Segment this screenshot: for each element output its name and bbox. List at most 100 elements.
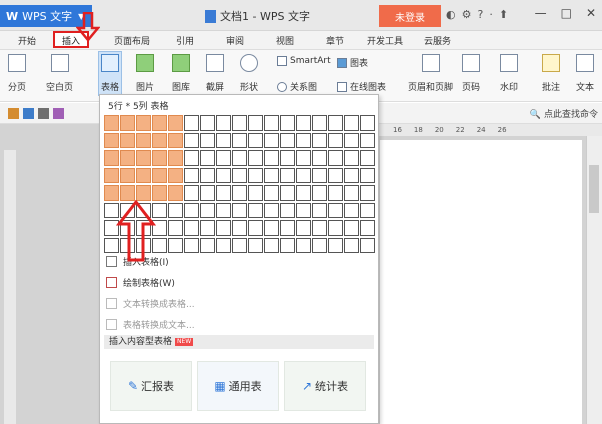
grid-cell[interactable] bbox=[216, 220, 231, 236]
grid-cell[interactable] bbox=[312, 185, 327, 201]
blank-page-button[interactable]: 空白页 bbox=[46, 54, 73, 93]
grid-cell[interactable] bbox=[280, 132, 295, 148]
grid-cell[interactable] bbox=[296, 220, 311, 236]
grid-cell[interactable] bbox=[200, 185, 215, 201]
text-to-table-option[interactable]: 文本转换成表格... bbox=[106, 297, 195, 310]
grid-cell[interactable] bbox=[328, 167, 343, 183]
grid-cell[interactable] bbox=[280, 237, 295, 253]
tab-page-layout[interactable]: 页面布局 bbox=[114, 34, 150, 47]
grid-cell[interactable] bbox=[184, 132, 199, 148]
grid-cell[interactable] bbox=[328, 185, 343, 201]
grid-cell[interactable] bbox=[168, 220, 183, 236]
grid-cell[interactable] bbox=[344, 115, 359, 131]
grid-cell[interactable] bbox=[104, 202, 119, 218]
settings-icon[interactable]: ⚙ bbox=[462, 8, 472, 21]
print-icon[interactable] bbox=[38, 108, 49, 119]
grid-cell[interactable] bbox=[360, 132, 375, 148]
grid-cell[interactable] bbox=[232, 220, 247, 236]
report-table-card[interactable]: ✎ 汇报表 bbox=[110, 361, 192, 411]
grid-cell[interactable] bbox=[184, 185, 199, 201]
grid-cell[interactable] bbox=[232, 115, 247, 131]
grid-cell[interactable] bbox=[232, 167, 247, 183]
tab-developer[interactable]: 开发工具 bbox=[367, 34, 403, 47]
grid-cell[interactable] bbox=[152, 115, 167, 131]
grid-cell[interactable] bbox=[104, 185, 119, 201]
table-size-grid[interactable] bbox=[104, 115, 376, 263]
grid-cell[interactable] bbox=[136, 185, 151, 201]
grid-cell[interactable] bbox=[152, 220, 167, 236]
grid-cell[interactable] bbox=[248, 185, 263, 201]
page-number-button[interactable]: 页码 bbox=[462, 54, 480, 93]
grid-cell[interactable] bbox=[344, 220, 359, 236]
grid-cell[interactable] bbox=[344, 185, 359, 201]
grid-cell[interactable] bbox=[344, 150, 359, 166]
grid-cell[interactable] bbox=[232, 202, 247, 218]
preview-icon[interactable] bbox=[53, 108, 64, 119]
insert-table-option[interactable]: 插入表格(I) bbox=[106, 255, 169, 268]
grid-cell[interactable] bbox=[104, 132, 119, 148]
grid-cell[interactable] bbox=[184, 220, 199, 236]
grid-cell[interactable] bbox=[168, 202, 183, 218]
grid-cell[interactable] bbox=[200, 237, 215, 253]
grid-cell[interactable] bbox=[168, 150, 183, 166]
grid-cell[interactable] bbox=[200, 150, 215, 166]
grid-cell[interactable] bbox=[152, 237, 167, 253]
grid-cell[interactable] bbox=[360, 185, 375, 201]
upload-icon[interactable]: ⬆ bbox=[499, 8, 508, 21]
grid-cell[interactable] bbox=[296, 167, 311, 183]
grid-cell[interactable] bbox=[200, 167, 215, 183]
grid-cell[interactable] bbox=[264, 220, 279, 236]
scrollbar-thumb[interactable] bbox=[589, 165, 599, 213]
grid-cell[interactable] bbox=[168, 132, 183, 148]
grid-cell[interactable] bbox=[104, 115, 119, 131]
grid-cell[interactable] bbox=[296, 237, 311, 253]
grid-cell[interactable] bbox=[344, 237, 359, 253]
grid-cell[interactable] bbox=[184, 115, 199, 131]
help-icon[interactable]: ? bbox=[477, 8, 483, 21]
grid-cell[interactable] bbox=[216, 185, 231, 201]
grid-cell[interactable] bbox=[232, 237, 247, 253]
grid-cell[interactable] bbox=[216, 237, 231, 253]
grid-cell[interactable] bbox=[360, 167, 375, 183]
grid-cell[interactable] bbox=[344, 202, 359, 218]
grid-cell[interactable] bbox=[296, 202, 311, 218]
grid-cell[interactable] bbox=[296, 132, 311, 148]
grid-cell[interactable] bbox=[264, 185, 279, 201]
grid-cell[interactable] bbox=[264, 202, 279, 218]
picture-button[interactable]: 图片 bbox=[136, 54, 154, 93]
grid-cell[interactable] bbox=[184, 167, 199, 183]
grid-cell[interactable] bbox=[344, 132, 359, 148]
grid-cell[interactable] bbox=[120, 150, 135, 166]
grid-cell[interactable] bbox=[248, 237, 263, 253]
shape-button[interactable]: 形状 bbox=[240, 54, 258, 93]
grid-cell[interactable] bbox=[136, 237, 151, 253]
tab-insert[interactable]: 插入 bbox=[53, 31, 90, 48]
grid-cell[interactable] bbox=[280, 185, 295, 201]
tab-references[interactable]: 引用 bbox=[176, 34, 194, 47]
grid-cell[interactable] bbox=[232, 132, 247, 148]
grid-cell[interactable] bbox=[120, 185, 135, 201]
grid-cell[interactable] bbox=[120, 132, 135, 148]
maximize-icon[interactable]: □ bbox=[561, 6, 572, 20]
grid-cell[interactable] bbox=[264, 167, 279, 183]
grid-cell[interactable] bbox=[312, 115, 327, 131]
grid-cell[interactable] bbox=[280, 202, 295, 218]
stats-table-card[interactable]: ↗ 统计表 bbox=[284, 361, 366, 411]
grid-cell[interactable] bbox=[184, 150, 199, 166]
grid-cell[interactable] bbox=[136, 220, 151, 236]
grid-cell[interactable] bbox=[120, 237, 135, 253]
screenshot-button[interactable]: 截屏 bbox=[206, 54, 224, 93]
tab-home[interactable]: 开始 bbox=[18, 34, 36, 47]
grid-cell[interactable] bbox=[152, 202, 167, 218]
grid-cell[interactable] bbox=[280, 150, 295, 166]
grid-cell[interactable] bbox=[120, 202, 135, 218]
grid-cell[interactable] bbox=[216, 115, 231, 131]
grid-cell[interactable] bbox=[264, 237, 279, 253]
grid-cell[interactable] bbox=[136, 167, 151, 183]
grid-cell[interactable] bbox=[184, 202, 199, 218]
grid-cell[interactable] bbox=[136, 202, 151, 218]
grid-cell[interactable] bbox=[200, 115, 215, 131]
grid-cell[interactable] bbox=[344, 167, 359, 183]
grid-cell[interactable] bbox=[152, 185, 167, 201]
header-footer-button[interactable]: 页眉和页脚 bbox=[408, 54, 453, 93]
